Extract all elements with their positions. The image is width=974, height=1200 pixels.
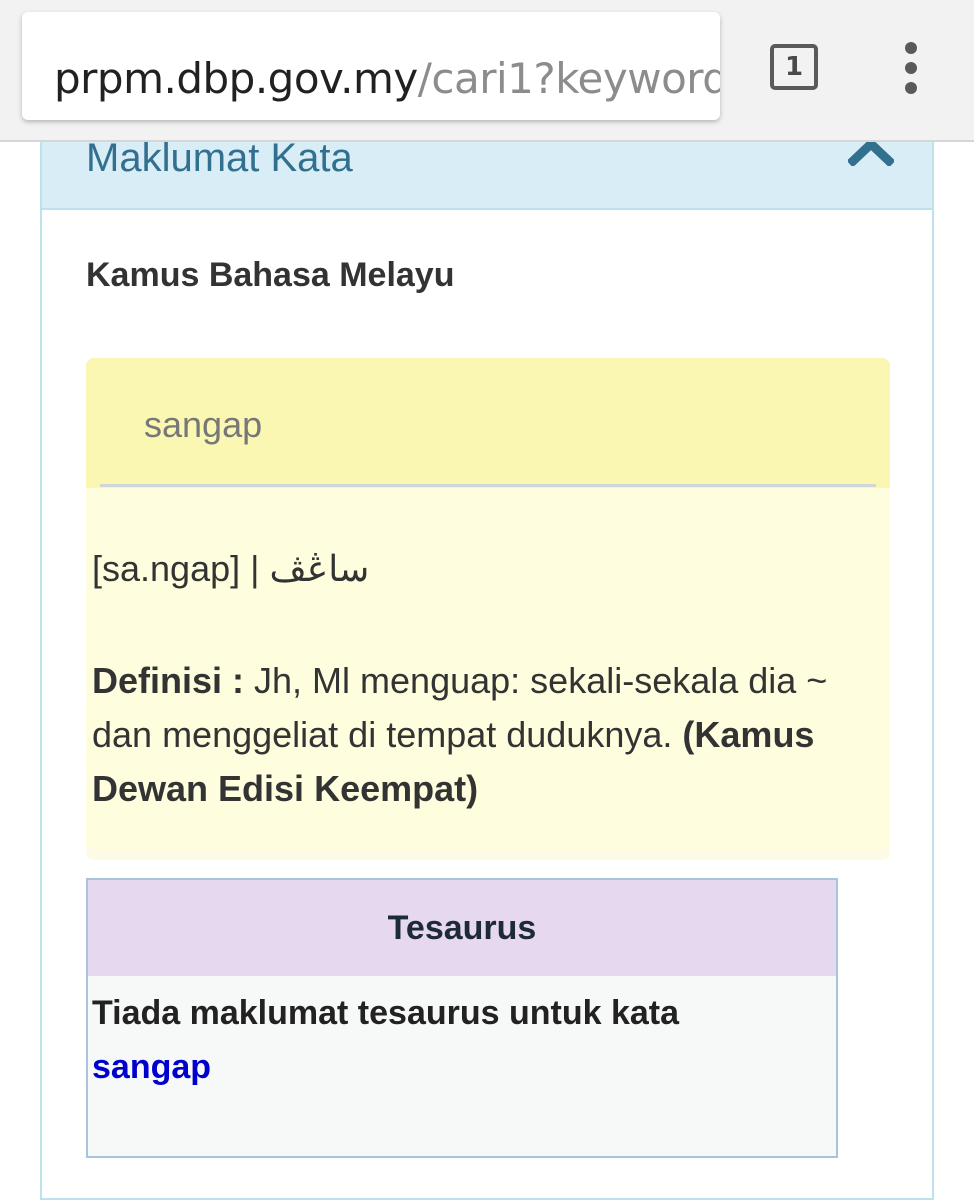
dictionary-entry-card: sangap [sa.ngap] | ساڠڤ Definisi : Jh, M… [86,358,890,850]
address-bar[interactable]: prpm.dbp.gov.my/cari1?keyword= [22,12,720,120]
panel-title: Maklumat Kata [86,136,353,180]
entry-word: sangap [144,404,263,445]
thesaurus-box: Tesaurus Tiada maklumat tesaurus untuk k… [86,878,838,1158]
url-text[interactable]: prpm.dbp.gov.my/cari1?keyword= [54,54,720,104]
tab-switcher-button[interactable]: 1 [770,44,818,90]
browser-toolbar: prpm.dbp.gov.my/cari1?keyword= 1 [0,0,974,142]
thesaurus-title: Tesaurus [88,880,836,976]
entry-divider [100,484,876,487]
three-dots-vertical-icon[interactable] [896,40,926,96]
thesaurus-message-text: Tiada maklumat tesaurus untuk kata [92,994,680,1032]
url-host: prpm.dbp.gov.my [54,54,418,103]
definition: Definisi : Jh, Ml menguap: sekali-sekala… [92,654,872,816]
thesaurus-word-link[interactable]: sangap [92,1048,211,1086]
dictionary-heading: Kamus Bahasa Melayu [86,256,455,294]
pronunciation: [sa.ngap] | ساڠڤ [92,548,370,589]
definition-label: Definisi : [92,660,245,701]
entry-header: sangap [86,358,890,488]
thesaurus-message: Tiada maklumat tesaurus untuk kata sanga… [92,986,832,1094]
word-info-panel: Maklumat Kata Kamus Bahasa Melayu sangap… [40,120,934,1200]
url-path: /cari1?keyword= [417,54,720,103]
